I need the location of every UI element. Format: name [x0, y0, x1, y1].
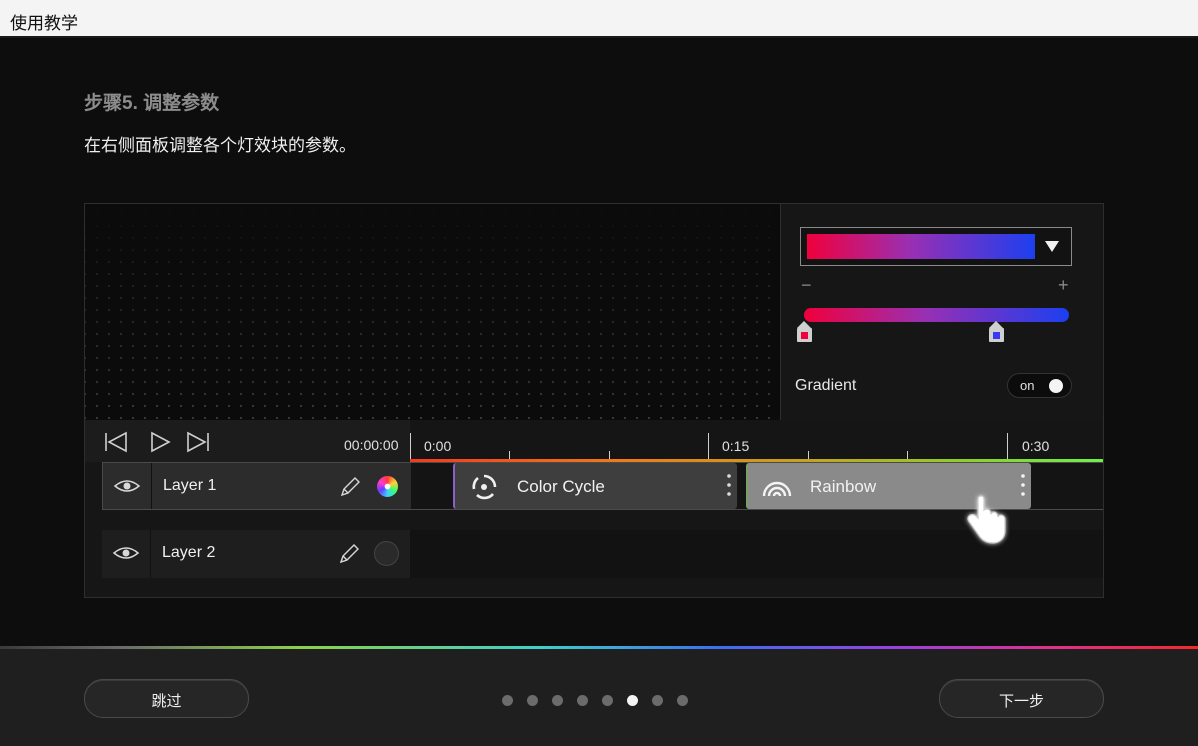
add-stop-button[interactable]: + — [1058, 275, 1069, 296]
ruler-major-tick — [1007, 433, 1008, 459]
page-dot[interactable] — [552, 695, 563, 706]
skip-button-label: 跳过 — [151, 693, 182, 710]
layer-color-icon[interactable] — [375, 474, 400, 499]
title-bar: 使用教学 — [0, 0, 1198, 38]
footer-bar: 跳过 下一步 — [0, 646, 1198, 746]
layer-color-icon[interactable] — [374, 541, 399, 566]
page-dot[interactable] — [527, 695, 538, 706]
ruler-minor-tick — [907, 451, 908, 459]
effect-name: Color Cycle — [517, 477, 605, 496]
visibility-toggle[interactable] — [102, 530, 151, 578]
page-dot-active[interactable] — [627, 695, 638, 706]
page-dot[interactable] — [652, 695, 663, 706]
step-description: 在右侧面板调整各个灯效块的参数。 — [84, 136, 356, 155]
skip-back-icon[interactable] — [103, 430, 129, 454]
eye-icon — [113, 480, 141, 492]
effect-settings-panel: − + Gradient on — [780, 204, 1103, 420]
page-dot[interactable] — [577, 695, 588, 706]
gradient-preview-swatch — [807, 234, 1035, 259]
gradient-editor-bar[interactable] — [804, 308, 1069, 322]
page-dot[interactable] — [602, 695, 613, 706]
timeline-header: 00:00:00 0:00 0:15 0:30 — [85, 420, 1103, 462]
time-ruler[interactable]: 0:00 0:15 0:30 — [410, 420, 1103, 462]
gradient-stop-end[interactable] — [989, 321, 1004, 343]
visibility-toggle[interactable] — [103, 463, 152, 509]
gradient-label: Gradient — [795, 377, 857, 394]
gradient-preset-dropdown[interactable] — [800, 227, 1072, 266]
ruler-minor-tick — [808, 451, 809, 459]
toggle-knob — [1049, 379, 1063, 393]
edit-pencil-icon[interactable] — [338, 475, 362, 499]
toggle-label: on — [1020, 378, 1035, 393]
gradient-toggle[interactable]: on — [1007, 373, 1072, 398]
page-dot[interactable] — [502, 695, 513, 706]
drag-handle-icon[interactable] — [727, 472, 731, 500]
edit-pencil-icon[interactable] — [337, 542, 361, 566]
layer-name: Layer 2 — [162, 544, 216, 561]
next-button-label: 下一步 — [998, 693, 1044, 710]
rainbow-icon — [762, 481, 792, 497]
ruler-major-tick — [708, 433, 709, 459]
ruler-minor-tick — [609, 451, 610, 459]
footer-accent-line — [0, 646, 1198, 649]
effect-block-color-cycle[interactable]: Color Cycle — [453, 463, 737, 509]
remove-stop-button[interactable]: − — [801, 275, 812, 296]
tick-label: 0:30 — [1022, 438, 1050, 454]
skip-forward-icon[interactable] — [185, 430, 211, 454]
current-timecode: 00:00:00 — [344, 437, 399, 453]
play-icon[interactable] — [147, 430, 173, 454]
effect-name: Rainbow — [810, 477, 877, 496]
skip-button[interactable]: 跳过 — [84, 679, 249, 718]
window-title: 使用教学 — [10, 14, 78, 33]
ruler-minor-tick — [509, 451, 510, 459]
pointer-hand-icon — [967, 495, 1006, 544]
next-button[interactable]: 下一步 — [939, 679, 1104, 718]
step-title: 步骤5. 调整参数 — [84, 93, 220, 114]
tick-label: 0:15 — [722, 438, 750, 454]
ruler-major-tick — [410, 433, 411, 459]
gradient-stop-start[interactable] — [797, 321, 812, 343]
color-cycle-icon — [472, 474, 497, 500]
eye-icon — [112, 547, 140, 559]
tick-label: 0:00 — [424, 438, 452, 454]
layer-name: Layer 1 — [163, 477, 217, 494]
dropdown-arrow-icon — [1045, 241, 1059, 252]
drag-handle-icon[interactable] — [1021, 472, 1025, 500]
page-dot[interactable] — [677, 695, 688, 706]
